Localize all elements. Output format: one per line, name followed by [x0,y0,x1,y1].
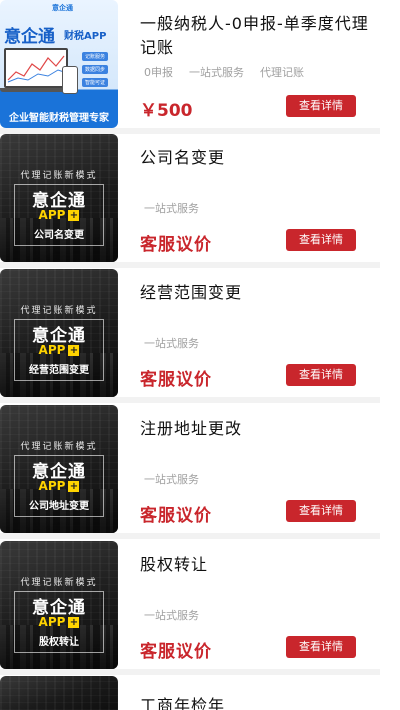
item-title[interactable]: 股权转让 [140,553,370,577]
tag: 一站式服务 [144,337,199,350]
list-item[interactable]: 代理记账新模式 意企通 APP + 公司名变更 公司名变更 一站式服务 客服议价 … [0,134,380,262]
image-tagline: 代理记账新模式 [20,442,98,452]
image-app-label: APP + [38,208,80,222]
tag: 一站式服务 [189,66,244,79]
list-item[interactable]: 代理记账新模式 意企通 APP + 股权转让 股权转让 一站式服务 客服议价 查看… [0,541,380,669]
feature-chips: 记账服务 数据同步 智能可证 [82,52,109,87]
item-title[interactable]: 经营范围变更 [140,281,370,305]
image-app-label: APP + [38,615,80,629]
feature-chip: 记账服务 [82,52,109,61]
item-body: 注册地址更改 一站式服务 客服议价 查看详情 [118,405,380,533]
divider [0,669,380,675]
view-details-button[interactable]: 查看详情 [286,500,356,522]
item-price: 客服议价 [140,642,212,662]
tag: 一站式服务 [144,202,199,215]
plus-icon: + [68,345,80,356]
image-subtitle: 经营范围变更 [29,365,89,376]
item-tags: 一站式服务 [144,335,199,351]
plus-icon: + [68,210,80,221]
image-tagline: 代理记账新模式 [20,306,98,316]
service-image[interactable]: 代理记账新模式 意企通 APP + 股权转让 [0,541,118,669]
service-image[interactable]: 代理记账新模式 意企通 APP + 公司名变更 [0,134,118,262]
item-title[interactable]: 注册地址更改 [140,417,370,441]
divider [0,262,380,268]
item-price: 客服议价 [140,235,212,255]
item-tags: 一站式服务 [144,200,199,216]
phone-illustration [62,66,78,94]
tag: 一站式服务 [144,609,199,622]
feature-chip: 数据同步 [82,65,109,74]
item-title[interactable]: 公司名变更 [140,146,370,170]
image-subtitle: 公司地址变更 [29,501,89,512]
item-body: 公司名变更 一站式服务 客服议价 查看详情 [118,134,380,262]
image-banner: 企业智能财税管理专家 [9,113,109,124]
list-item[interactable]: 意企通 意企通 财税APP 记账服务 数据同步 智能可证 企业智能财税管理专家 … [0,0,380,128]
item-body: 一般纳税人-0申报-单季度代理记账 0申报 一站式服务 代理记账 ￥500 查看… [118,0,380,128]
image-subtitle: 股权转让 [39,637,79,648]
item-tags: 一站式服务 [144,471,199,487]
image-subtitle: 公司名变更 [34,230,84,241]
item-body: 经营范围变更 一站式服务 客服议价 查看详情 [118,269,380,397]
item-body: 股权转让 一站式服务 客服议价 查看详情 [118,541,380,669]
item-tags: 0申报 一站式服务 代理记账 [144,64,304,80]
plus-icon: + [68,481,80,492]
image-app-label: APP + [38,479,80,493]
tag: 代理记账 [260,66,304,79]
item-tags: 一站式服务 [144,607,199,623]
image-app-label: APP + [38,343,80,357]
item-price: 客服议价 [140,506,212,526]
image-brand: 意企通 [4,27,55,47]
plus-icon: + [68,617,80,628]
tag: 一站式服务 [144,473,199,486]
service-list: 意企通 意企通 财税APP 记账服务 数据同步 智能可证 企业智能财税管理专家 … [0,0,400,710]
service-image[interactable] [0,676,118,710]
feature-chip: 智能可证 [82,78,109,87]
divider [0,533,380,539]
view-details-button[interactable]: 查看详情 [286,95,356,117]
image-app-label: 财税APP [64,31,107,42]
tag: 0申报 [144,66,173,79]
service-image[interactable]: 代理记账新模式 意企通 APP + 经营范围变更 [0,269,118,397]
image-tagline: 代理记账新模式 [20,171,98,181]
chart-graphic [7,55,65,83]
image-logo-text: 意企通 [52,4,73,12]
list-item[interactable]: 代理记账新模式 意企通 APP + 经营范围变更 经营范围变更 一站式服务 客服议… [0,269,380,397]
image-tagline: 代理记账新模式 [20,578,98,588]
list-item[interactable]: 代理记账新模式 意企通 APP + 公司地址变更 注册地址更改 一站式服务 客服议… [0,405,380,533]
view-details-button[interactable]: 查看详情 [286,364,356,386]
laptop-illustration [4,48,68,88]
view-details-button[interactable]: 查看详情 [286,636,356,658]
item-title[interactable]: 工商年检年 [140,692,225,710]
divider [0,397,380,403]
item-price: ￥500 [140,101,193,121]
view-details-button[interactable]: 查看详情 [286,229,356,251]
item-price: 客服议价 [140,370,212,390]
service-image[interactable]: 代理记账新模式 意企通 APP + 公司地址变更 [0,405,118,533]
service-image[interactable]: 意企通 意企通 财税APP 记账服务 数据同步 智能可证 企业智能财税管理专家 [0,0,118,128]
item-title[interactable]: 一般纳税人-0申报-单季度代理记账 [140,12,370,60]
